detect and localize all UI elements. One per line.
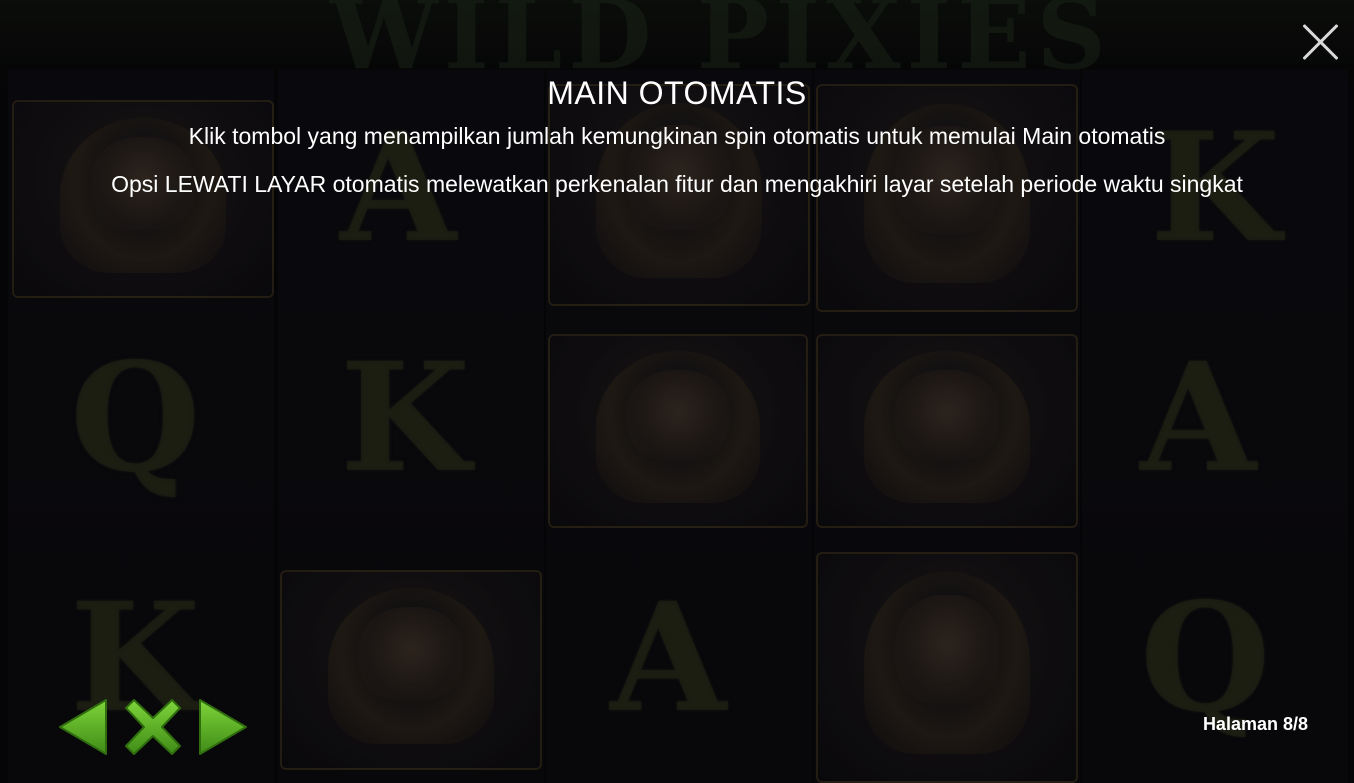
dim-overlay xyxy=(0,0,1354,783)
info-text-autoplay: Klik tombol yang menampilkan jumlah kemu… xyxy=(188,123,1166,149)
arrow-left-icon xyxy=(59,699,107,755)
paytable-navigation xyxy=(58,698,248,756)
prev-page-button[interactable] xyxy=(58,698,110,756)
close-x-icon[interactable] xyxy=(1300,20,1340,64)
page-indicator: Halaman 8/8 xyxy=(1202,714,1308,734)
exit-paytable-button[interactable] xyxy=(124,698,181,756)
game-background: WILD PIXIES A K Q K A K A Q xyxy=(0,0,1354,783)
close-icon xyxy=(125,699,181,755)
info-text-skip-screens: Opsi LEWATI LAYAR otomatis melewatkan pe… xyxy=(111,171,1243,197)
page-title: MAIN OTOMATIS xyxy=(547,75,807,111)
arrow-right-icon xyxy=(199,699,247,755)
next-page-button[interactable] xyxy=(196,698,248,756)
paytable-screen: WILD PIXIES A K Q K A K A Q MAIN OTOMATI… xyxy=(0,0,1354,783)
